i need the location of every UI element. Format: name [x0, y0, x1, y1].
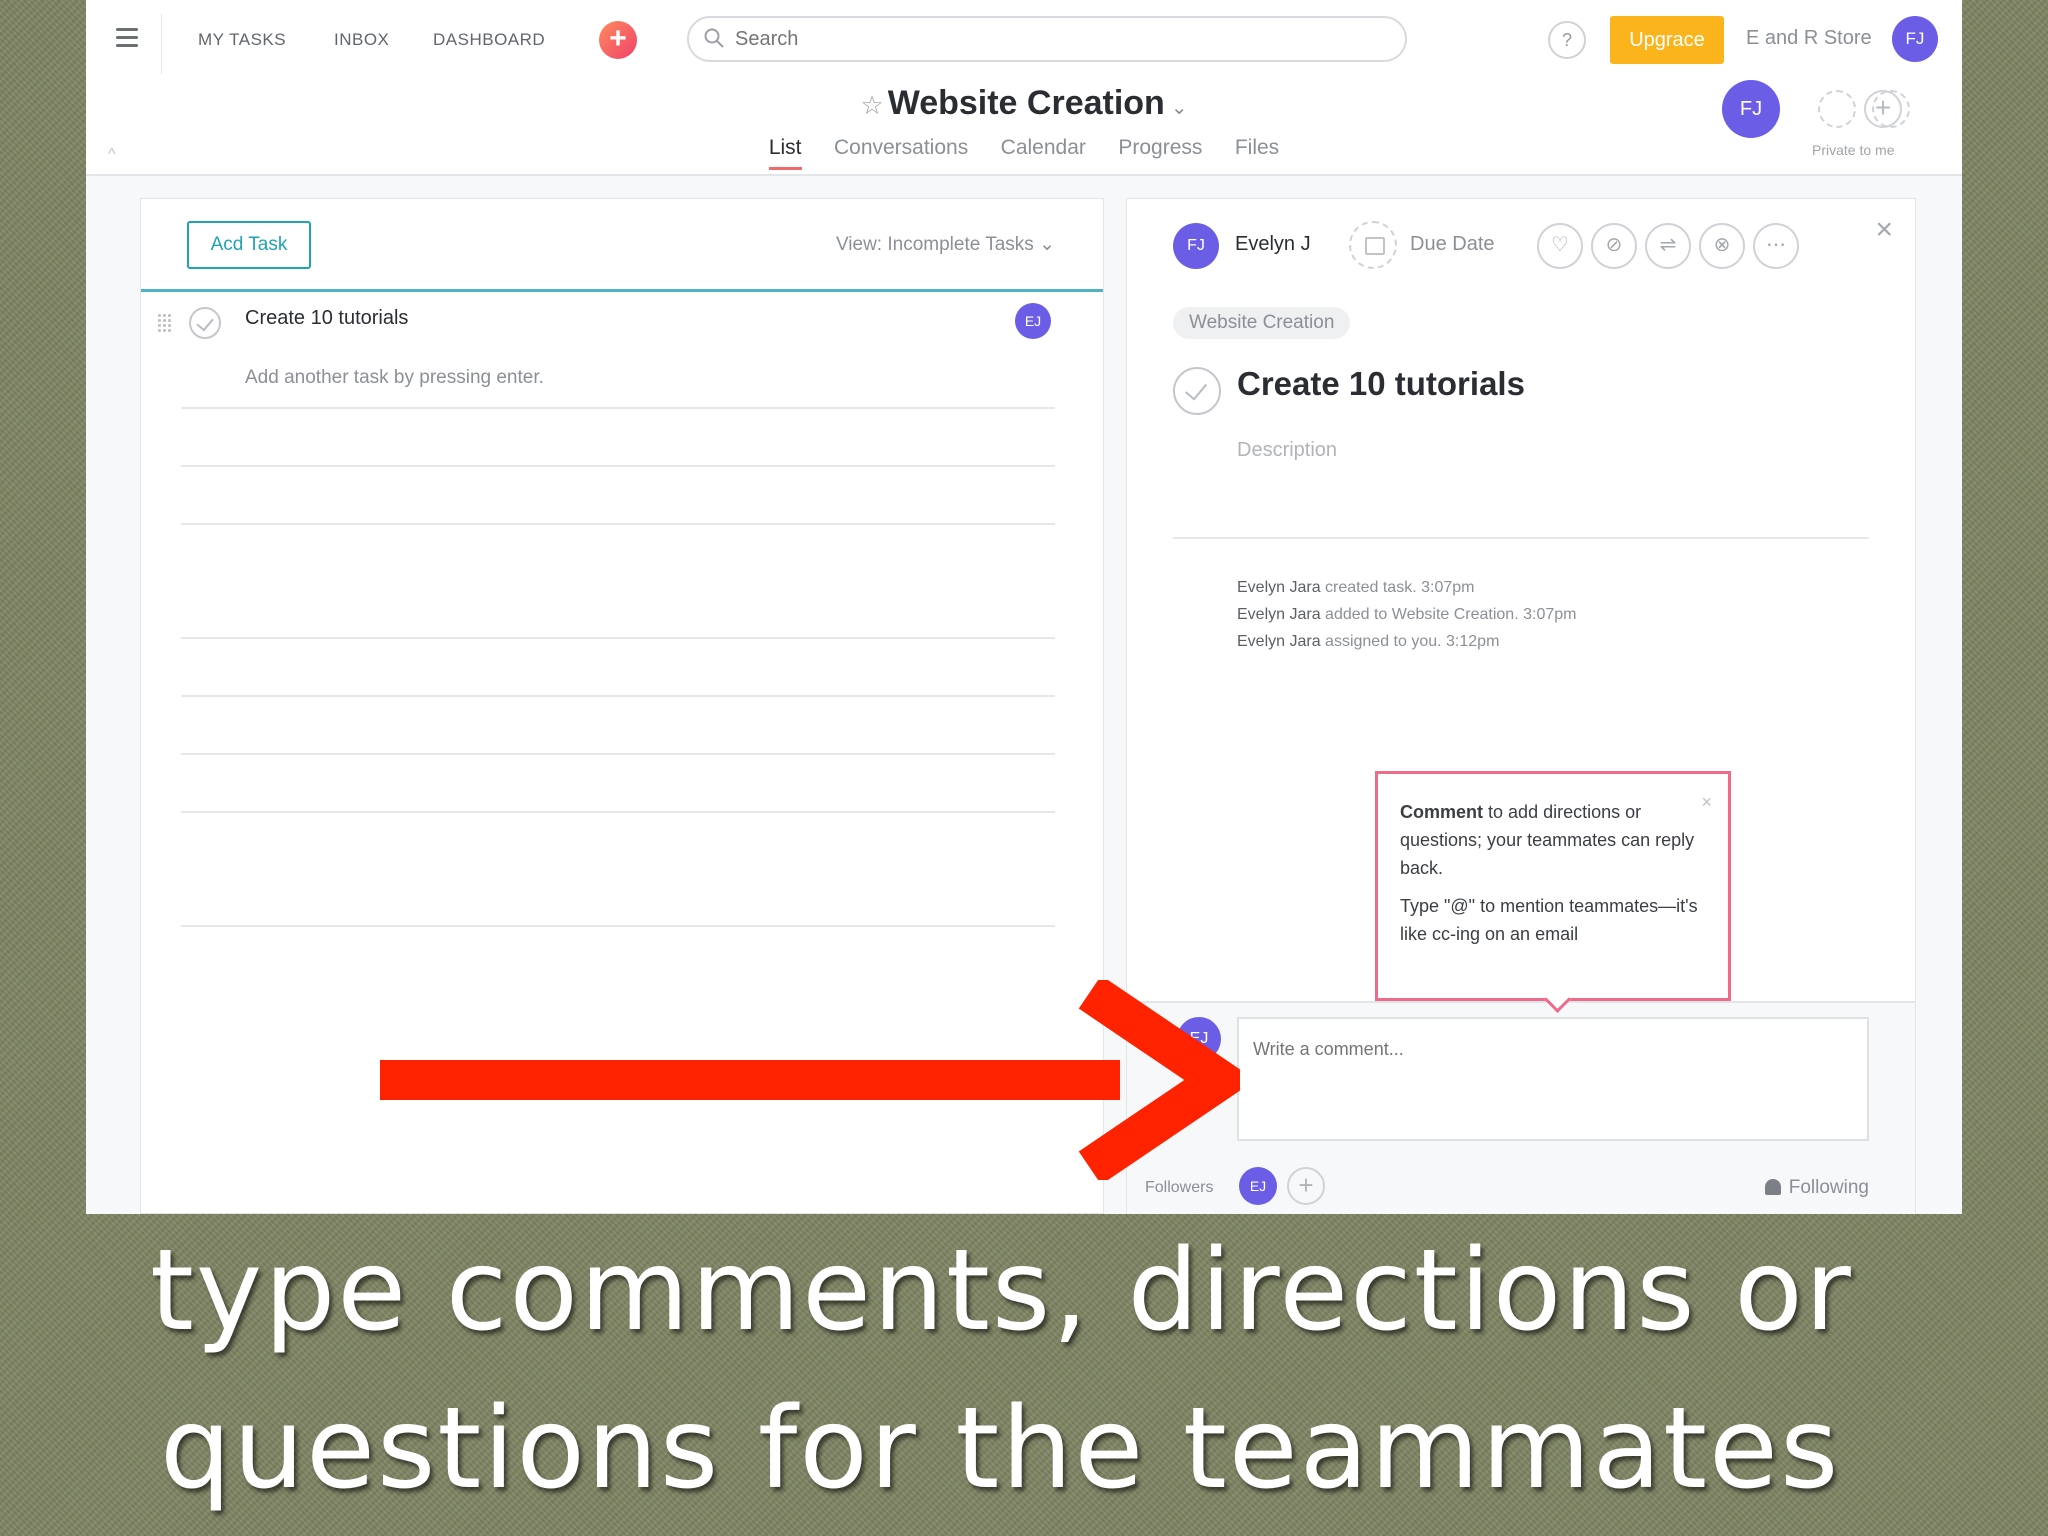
add-member-icon[interactable]: +: [1864, 90, 1902, 128]
following-toggle[interactable]: Following: [1764, 1177, 1869, 1199]
activity-user: Evelyn Jara: [1237, 579, 1321, 596]
activity-item: Evelyn Jara added to Website Creation. 3…: [1237, 606, 1576, 624]
empty-row-line: [181, 925, 1055, 927]
quick-add-button[interactable]: +: [599, 21, 637, 59]
activity-time: 3:12pm: [1446, 633, 1500, 650]
empty-row-line: [181, 523, 1055, 525]
workspace-name[interactable]: E and R Store: [1746, 27, 1872, 50]
add-task-hint[interactable]: Add another task by pressing enter.: [245, 367, 544, 389]
activity-user: Evelyn Jara: [1237, 606, 1321, 623]
close-icon[interactable]: ×: [1875, 213, 1893, 247]
more-options-icon[interactable]: ⋯: [1753, 223, 1799, 269]
activity-time: 3:07pm: [1421, 579, 1475, 596]
tab-conversations[interactable]: Conversations: [834, 136, 968, 170]
chevron-down-icon[interactable]: ⌄: [1171, 97, 1188, 119]
add-task-button[interactable]: Acd Task: [187, 221, 311, 269]
add-follower-icon[interactable]: +: [1287, 1167, 1325, 1205]
project-member-avatar[interactable]: FJ: [1722, 80, 1780, 138]
divider: [161, 14, 162, 74]
task-row-name[interactable]: Create 10 tutorials: [245, 307, 408, 330]
nav-dashboard[interactable]: DASHBOARD: [433, 30, 545, 50]
list-header-divider: [141, 289, 1103, 292]
add-member-placeholder-icon[interactable]: [1818, 90, 1856, 128]
assignee-avatar[interactable]: FJ: [1173, 223, 1219, 269]
activity-text: created task.: [1325, 579, 1417, 596]
description-field[interactable]: Description: [1237, 439, 1337, 462]
user-avatar[interactable]: FJ: [1892, 16, 1938, 62]
caption-line-1: type comments, directions or: [150, 1226, 1853, 1356]
project-tabs: List Conversations Calendar Progress Fil…: [86, 136, 1962, 170]
task-complete-checkbox[interactable]: [1173, 367, 1221, 415]
upgrade-button[interactable]: Upgrace: [1610, 16, 1724, 64]
nav-my-tasks[interactable]: MY TASKS: [198, 30, 286, 50]
following-label: Following: [1788, 1177, 1869, 1198]
project-title[interactable]: Website Creation: [888, 84, 1165, 122]
close-icon[interactable]: ×: [1701, 788, 1712, 816]
empty-row-line: [181, 637, 1055, 639]
nav-inbox[interactable]: INBOX: [334, 30, 389, 50]
drag-handle-icon[interactable]: [157, 313, 173, 333]
help-icon[interactable]: ?: [1548, 21, 1586, 59]
task-assignee-avatar[interactable]: EJ: [1015, 303, 1051, 339]
project-header: ☆ Website Creation ⌄ List Conversations Ca…: [86, 84, 1962, 176]
activity-user: Evelyn Jara: [1237, 633, 1321, 650]
tip-paragraph: Comment to add directions or questions; …: [1400, 798, 1706, 882]
comment-input[interactable]: [1237, 1017, 1869, 1141]
task-title[interactable]: Create 10 tutorials: [1237, 365, 1525, 403]
subtask-icon[interactable]: ⇌: [1645, 223, 1691, 269]
empty-row-line: [181, 811, 1055, 813]
tip-bold: Comment: [1400, 802, 1484, 822]
task-complete-checkbox[interactable]: [189, 307, 221, 339]
view-filter-label: View: Incomplete Tasks: [835, 234, 1034, 255]
search-bar[interactable]: [687, 16, 1407, 62]
activity-text: added to Website Creation.: [1325, 606, 1519, 623]
bell-icon: [1764, 1179, 1781, 1195]
project-title-row: ☆ Website Creation ⌄: [86, 84, 1962, 123]
caption-line-2: questions for the teammates: [160, 1384, 1841, 1514]
description-divider: [1173, 537, 1869, 539]
project-tag[interactable]: Website Creation: [1173, 307, 1351, 339]
followers-label: Followers: [1145, 1179, 1214, 1196]
attachment-icon[interactable]: ⊗: [1699, 223, 1745, 269]
tag-icon[interactable]: ⊘: [1591, 223, 1637, 269]
empty-row-line: [181, 695, 1055, 697]
task-detail-panel: FJ Evelyn J Due Date ♡ ⊘ ⇌ ⊗ ⋯ × Website…: [1126, 198, 1916, 1214]
empty-row-line: [181, 753, 1055, 755]
tab-progress[interactable]: Progress: [1118, 136, 1202, 170]
empty-row-line: [181, 407, 1055, 409]
empty-row-line: [181, 465, 1055, 467]
activity-item: Evelyn Jara created task. 3:07pm: [1237, 579, 1474, 597]
view-filter-dropdown[interactable]: View: Incomplete Tasks ⌄: [836, 233, 1055, 256]
calendar-icon[interactable]: [1349, 221, 1397, 269]
due-date-field[interactable]: Due Date: [1410, 233, 1495, 256]
comment-section: EJ Followers EJ + Following: [1127, 1001, 1915, 1214]
search-icon: [704, 28, 724, 48]
hamburger-menu-icon[interactable]: [116, 28, 138, 50]
follower-avatar[interactable]: EJ: [1239, 1167, 1277, 1205]
comment-tip-popover: × Comment to add directions or questions…: [1375, 771, 1731, 1001]
star-icon[interactable]: ☆: [860, 90, 883, 120]
assignee-name[interactable]: Evelyn J: [1235, 233, 1311, 256]
activity-text: assigned to you.: [1325, 633, 1442, 650]
collapse-sidebar-icon[interactable]: ^: [108, 146, 116, 164]
tab-list[interactable]: List: [768, 136, 802, 170]
heart-icon[interactable]: ♡: [1537, 223, 1583, 269]
tip-mention-text: Type "@" to mention teammates—it's like …: [1400, 896, 1698, 944]
red-arrow-annotation: [380, 980, 1240, 1180]
chevron-down-icon: ⌄: [1039, 234, 1055, 255]
tab-files[interactable]: Files: [1235, 136, 1279, 170]
top-bar: MY TASKS INBOX DASHBOARD + ? Upgrace E a…: [86, 0, 1962, 84]
activity-time: 3:07pm: [1523, 606, 1577, 623]
activity-item: Evelyn Jara assigned to you. 3:12pm: [1237, 633, 1499, 651]
search-input[interactable]: [735, 26, 1335, 52]
tab-calendar[interactable]: Calendar: [1001, 136, 1086, 170]
privacy-setting[interactable]: Private to me: [1812, 142, 1894, 158]
